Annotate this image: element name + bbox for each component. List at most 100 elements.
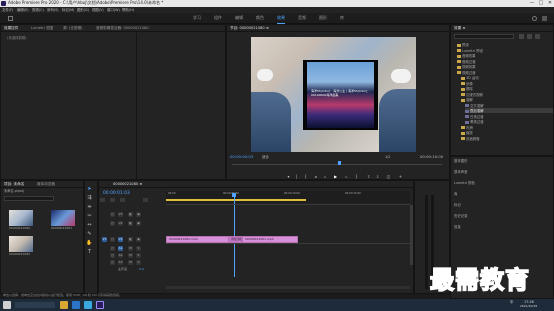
track-target-v3[interactable]: V3	[118, 212, 123, 217]
project-item-thumb[interactable]	[9, 210, 33, 226]
eye-icon[interactable]: ◉	[136, 212, 141, 217]
hand-tool-icon[interactable]: ✋	[86, 240, 93, 247]
effects-tree-item[interactable]: 3D 运动	[461, 75, 553, 80]
timeline-zoom-bar[interactable]	[166, 286, 410, 289]
resolution-dropdown[interactable]: 1/2	[385, 155, 390, 159]
workspace-tab-graphics[interactable]: 图形	[319, 15, 327, 21]
eye-icon[interactable]: ◉	[136, 237, 141, 242]
menu-sequence[interactable]: 序列(S)	[47, 8, 59, 12]
work-area-bar[interactable]	[166, 199, 306, 201]
mark-in-icon[interactable]: ▾	[286, 174, 291, 179]
lock-icon[interactable]: ◰	[110, 212, 115, 217]
app-icon[interactable]	[84, 301, 92, 309]
effects-tree-item[interactable]: 白场过渡	[465, 114, 553, 119]
play-icon[interactable]: ▶	[333, 174, 338, 179]
track-target-a1[interactable]: A1	[118, 246, 123, 251]
timeline-ruler[interactable]: 00:00 00:00:05:00 00:00:10:00 00:00:15:0…	[166, 191, 410, 203]
minimize-icon[interactable]: —	[528, 0, 536, 7]
project-item-thumb[interactable]	[51, 210, 75, 226]
monitor-playhead[interactable]	[338, 161, 341, 165]
menu-help[interactable]: 帮助(H)	[122, 8, 134, 12]
timeline-settings-icon[interactable]	[143, 198, 148, 202]
tab-sequence[interactable]: 00000021080 ≡	[113, 182, 142, 186]
subpanel-tab[interactable]: 库	[454, 192, 457, 196]
timeline-clip[interactable]: 00000021081.mp4	[242, 236, 298, 243]
step-back-icon[interactable]: ◂	[313, 174, 318, 179]
taskbar-search-box[interactable]	[15, 302, 55, 308]
windows-start-icon[interactable]	[3, 301, 11, 309]
lock-icon[interactable]: ◰	[110, 246, 115, 251]
subpanel-tab[interactable]: Lumetri 颜色	[454, 181, 475, 185]
source-patch-v1[interactable]: V1	[102, 237, 107, 242]
extract-icon[interactable]: ⇩	[375, 174, 380, 179]
quick-export-icon[interactable]	[542, 16, 547, 21]
selection-tool-icon[interactable]: ➤	[86, 186, 93, 193]
workspace-tab-audio[interactable]: 音频	[298, 15, 306, 21]
menu-marker[interactable]: 标记(M)	[62, 8, 74, 12]
track-select-tool-icon[interactable]: ⇶	[86, 195, 93, 202]
effects-tree-item[interactable]: 溶解	[461, 97, 553, 102]
effects-tree-item[interactable]: 缩放	[461, 130, 553, 135]
32bit-effects-icon[interactable]	[527, 34, 532, 39]
workspace-tab-learn[interactable]: 学习	[193, 15, 201, 21]
tab-effect-controls[interactable]: 效果控件	[4, 26, 18, 30]
solo-icon[interactable]: S	[136, 253, 141, 258]
effects-tree-item[interactable]: 叠加溶解	[465, 108, 553, 113]
project-item-thumb[interactable]	[9, 236, 33, 252]
track-target-v2[interactable]: V2	[118, 221, 123, 226]
file-explorer-icon[interactable]	[60, 301, 68, 309]
accelerated-effects-icon[interactable]	[519, 34, 524, 39]
effects-tree-item[interactable]: 交叉溶解	[465, 103, 553, 108]
effects-tree-item[interactable]: 内滑	[461, 125, 553, 130]
mute-icon[interactable]: M	[128, 246, 133, 251]
monitor-scrub-bar[interactable]	[232, 164, 442, 165]
effects-tree-item[interactable]: 擦除	[461, 86, 553, 91]
menu-edit[interactable]: 编辑(E)	[17, 8, 29, 12]
slip-tool-icon[interactable]: ↔	[86, 222, 93, 229]
effects-tree-item[interactable]: 划像	[461, 81, 553, 86]
workspace-tab-color[interactable]: 颜色	[256, 15, 264, 21]
solo-icon[interactable]: S	[136, 246, 141, 251]
effects-tree-item[interactable]: 视频过渡	[457, 70, 553, 75]
go-to-in-icon[interactable]: {	[303, 174, 308, 179]
subpanel-tab[interactable]: 历史记录	[454, 214, 468, 218]
lock-icon[interactable]: ◰	[110, 253, 115, 258]
step-forward-frame-icon[interactable]: ▹	[344, 174, 349, 179]
subpanel-tab[interactable]: 信息	[454, 225, 461, 229]
workspace-tab-assembly[interactable]: 组件	[214, 15, 222, 21]
solo-icon[interactable]: S	[136, 260, 141, 265]
add-marker-icon[interactable]	[120, 198, 125, 202]
lock-icon[interactable]: ◰	[110, 260, 115, 265]
fit-dropdown[interactable]: 适合	[262, 155, 269, 159]
tab-audio-clip-mixer[interactable]: 音频剪辑混合器: 00000021080	[96, 26, 149, 30]
effects-tree-item[interactable]: 视频效果	[457, 64, 553, 69]
timeline-scrollbar[interactable]	[410, 205, 413, 265]
eye-icon[interactable]: ◉	[136, 221, 141, 226]
sync-lock-icon[interactable]: ◧	[128, 237, 133, 242]
workspace-tab-effects[interactable]: 效果	[277, 15, 285, 24]
track-target-a3[interactable]: A3	[118, 260, 123, 265]
effects-tree-item[interactable]: 预设	[457, 42, 553, 47]
razor-tool-icon[interactable]: ✂	[86, 213, 93, 220]
menu-clip[interactable]: 剪辑(C)	[32, 8, 44, 12]
transition-clip[interactable]: 叠加溶解	[228, 236, 242, 243]
lift-icon[interactable]: ⇧	[366, 174, 371, 179]
timeline-clip[interactable]: 00000021080.mp4	[166, 236, 230, 243]
subpanel-tab[interactable]: 基本声音	[454, 170, 468, 174]
ripple-edit-tool-icon[interactable]: ⇹	[86, 204, 93, 211]
taskbar-date[interactable]: 2021/10/15	[520, 304, 537, 309]
mark-out-icon[interactable]: |	[294, 174, 299, 179]
tab-lumetri-scopes[interactable]: Lumetri 范围	[31, 26, 53, 30]
effects-tree-item[interactable]: Lumetri 预设	[457, 48, 553, 53]
effects-search-input[interactable]	[454, 34, 514, 39]
track-target-v1[interactable]: V1	[118, 237, 123, 242]
menu-window[interactable]: 窗口(W)	[107, 8, 120, 12]
button-editor-icon[interactable]: +	[398, 174, 403, 179]
tab-source[interactable]: 源: (无剪辑)	[63, 26, 83, 30]
effects-tree-item[interactable]: 页面剥落	[461, 136, 553, 141]
step-back-frame-icon[interactable]: ◃	[322, 174, 327, 179]
program-video-frame[interactable]: 海洋SS(Intro)：海洋公主 | 海洋SS(Intro)：00100000海…	[251, 37, 416, 152]
mute-icon[interactable]: M	[128, 253, 133, 258]
lock-icon[interactable]: ◰	[110, 237, 115, 242]
close-icon[interactable]: ✕	[546, 0, 554, 7]
